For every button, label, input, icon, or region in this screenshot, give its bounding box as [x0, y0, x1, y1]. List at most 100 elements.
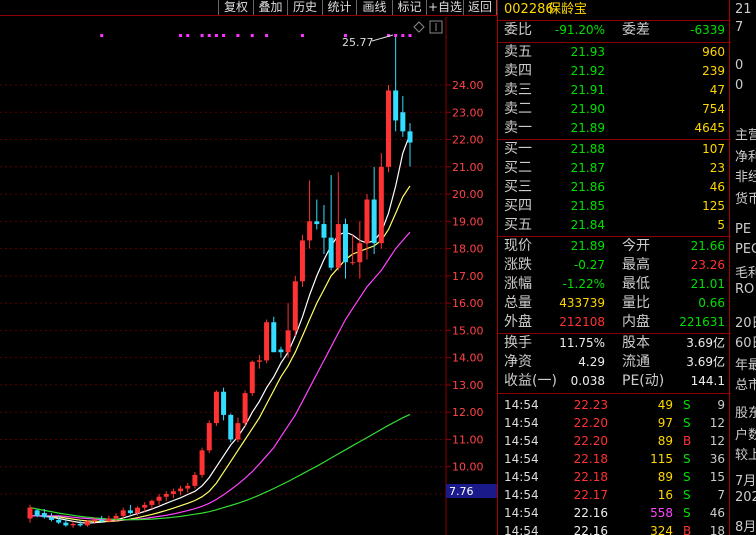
history-button[interactable]: 历史 — [287, 0, 322, 15]
side-info-item: PEG — [735, 242, 756, 257]
tick-price: 22.23 — [573, 398, 608, 412]
row-volume: 221631 — [679, 315, 725, 329]
candle-body — [142, 504, 148, 508]
row-value: 212108 — [559, 315, 605, 329]
row-value: -0.27 — [573, 258, 605, 272]
tick-price: 22.20 — [573, 416, 608, 430]
tick-vol: 49 — [657, 398, 673, 412]
weibi-value: -91.20% — [554, 23, 605, 37]
candle-body — [264, 322, 270, 361]
candle-body — [27, 507, 33, 519]
row-volume: 125 — [702, 199, 725, 213]
side-info-item: 60日 — [735, 336, 756, 351]
draw-line-button[interactable]: 画线 — [356, 0, 392, 15]
stock-code: 002286 — [504, 2, 554, 17]
price-axis: 24.00 23.00 22.00 21.00 20.00 19.00 18.00 17.00… — [452, 79, 484, 501]
back-button[interactable]: 返回 — [463, 0, 497, 15]
mark-button[interactable]: 标记 — [392, 0, 426, 15]
signal-dot — [250, 34, 254, 37]
side-info-item: 0 — [735, 58, 744, 73]
low-price-label: 7.76 — [449, 485, 474, 498]
candle-body — [163, 494, 169, 497]
moving-average-lines — [29, 133, 411, 524]
tick-dir: B — [683, 434, 692, 448]
tick-time: 14:54 — [504, 470, 539, 484]
candle-body — [34, 510, 40, 516]
peak-price-label: 25.77 — [342, 36, 374, 49]
tick-cnt: 9 — [717, 398, 725, 412]
side-info-item: 户数 — [735, 428, 756, 443]
candlestick-chart-svg[interactable]: 24.00 23.00 22.00 21.00 20.00 19.00 18.00 17.00… — [0, 17, 497, 535]
side-info-item: 7 — [735, 20, 744, 35]
row-label: 卖三 — [504, 82, 532, 98]
row-volume: 144.1 — [690, 374, 725, 388]
tick-row: 14:54 22.16 558 S 46 — [498, 504, 731, 522]
row-value: 21.91 — [570, 83, 605, 97]
fuquan-button[interactable]: 复权 — [218, 0, 253, 15]
signal-dot — [408, 34, 412, 37]
tick-price: 22.16 — [573, 506, 608, 520]
stock-header: 002286 保龄宝 — [498, 0, 731, 20]
price-axis-label: 22.00 — [452, 134, 484, 147]
overlay-button[interactable]: 叠加 — [253, 0, 287, 15]
statistics-button[interactable]: 统计 — [322, 0, 356, 15]
weibi-row: 委比 -91.20% 委差 -6339 — [498, 21, 731, 40]
candle-body — [70, 523, 76, 526]
row-volume: 960 — [702, 45, 725, 59]
row-volume: 47 — [709, 83, 725, 97]
chart-grid — [0, 84, 451, 495]
side-info-item: 净利 — [735, 150, 756, 165]
row-value: 0.038 — [570, 374, 605, 388]
row-volume: 23.26 — [690, 258, 725, 272]
add-watchlist-button[interactable]: +自选 — [426, 0, 463, 15]
signal-dot — [401, 34, 405, 37]
stat-row: 外盘 212108 内盘 221631 — [498, 313, 731, 332]
price-axis-label: 13.00 — [452, 379, 484, 392]
tick-time: 14:54 — [504, 434, 539, 448]
kline-chart[interactable]: 24.00 23.00 22.00 21.00 20.00 19.00 18.00 17.00… — [0, 17, 497, 535]
row-value: 21.85 — [570, 199, 605, 213]
tick-cnt: 36 — [709, 452, 725, 466]
price-axis-label: 11.00 — [452, 433, 484, 446]
ask-level: 卖二 21.90 754 — [498, 100, 731, 119]
candle-body — [335, 224, 341, 268]
tick-cnt: 12 — [709, 434, 725, 448]
tick-price: 22.16 — [573, 524, 608, 535]
price-axis-label: 15.00 — [452, 324, 484, 337]
candle-body — [84, 521, 90, 526]
tick-price: 22.17 — [573, 488, 608, 502]
signal-dot — [214, 34, 218, 37]
tick-dir: S — [683, 488, 691, 502]
side-info-item: 20日 — [735, 316, 756, 331]
row-volume: 3.69亿 — [686, 336, 725, 350]
candle-body — [185, 485, 191, 489]
row-volume: 21.01 — [690, 277, 725, 291]
candle-body — [213, 391, 219, 424]
price-axis-label: 23.00 — [452, 106, 484, 119]
fundamental-row: 净资 4.29 流通 3.69亿 — [498, 353, 731, 372]
signal-dot — [265, 34, 269, 37]
candle-body — [299, 240, 305, 282]
row-label: 收益(一) — [504, 373, 557, 389]
price-axis-label: 21.00 — [452, 161, 484, 174]
tick-row: 14:54 22.18 115 S 36 — [498, 450, 731, 468]
signal-dot — [394, 34, 398, 37]
candle-body — [170, 491, 176, 494]
side-info-item: 股东 — [735, 406, 756, 421]
row-volume: 107 — [702, 142, 725, 156]
tick-time: 14:54 — [504, 452, 539, 466]
side-info-item: PE — [735, 222, 752, 237]
candle-body — [357, 243, 363, 263]
candle-body — [249, 361, 255, 394]
row-value: 21.89 — [570, 121, 605, 135]
weicha-label: 委差 — [622, 22, 650, 38]
signal-dot — [100, 34, 104, 37]
candle-body — [328, 237, 334, 268]
row-label-2: 股本 — [622, 335, 650, 351]
side-info-item: 7月 — [735, 474, 756, 489]
signal-dot — [300, 34, 304, 37]
chart-toolbar: 复权 叠加 历史 统计 画线 标记 +自选 返回 — [0, 0, 497, 16]
candle-body — [149, 500, 155, 505]
candle-body — [292, 281, 298, 331]
row-label: 涨跌 — [504, 257, 532, 273]
